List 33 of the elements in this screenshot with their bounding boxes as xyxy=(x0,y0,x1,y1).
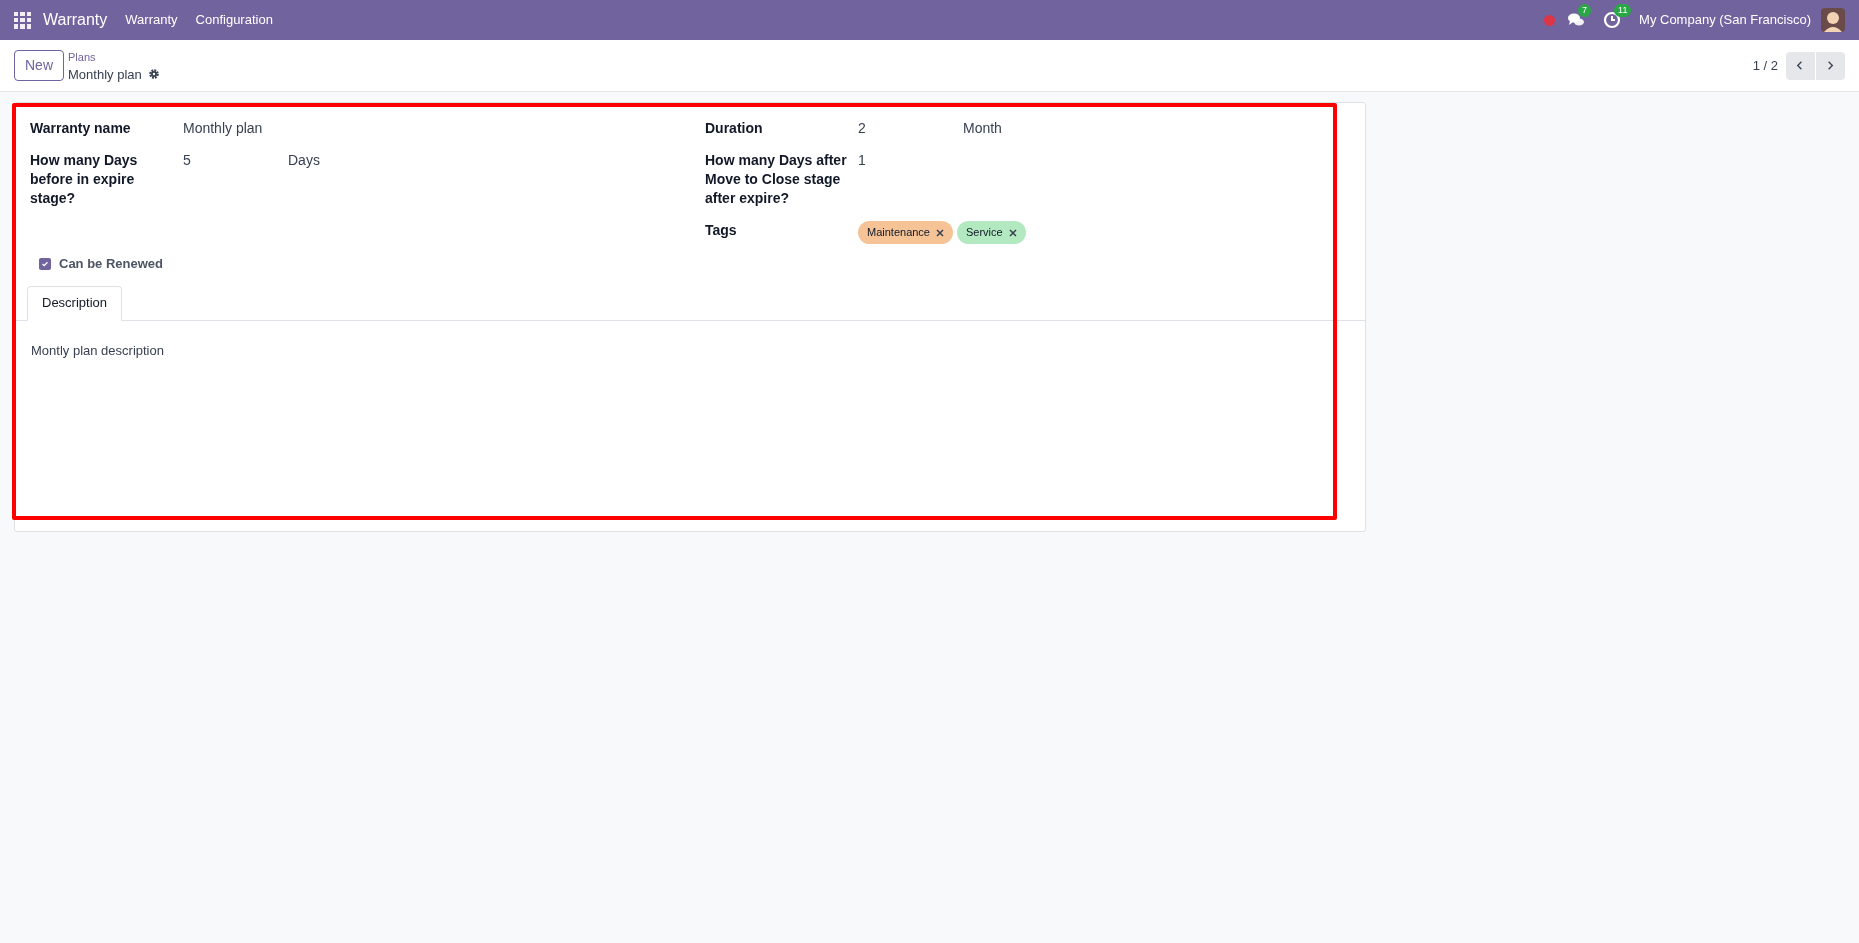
field-value[interactable]: 1 xyxy=(858,151,963,208)
record-title: Monthly plan xyxy=(68,65,142,83)
clock-icon[interactable] xyxy=(1603,11,1622,29)
new-button[interactable]: New xyxy=(14,50,64,81)
settings-icon[interactable] xyxy=(147,68,160,80)
description-text: Montly plan description xyxy=(30,341,165,360)
field-value[interactable]: 2 xyxy=(858,119,963,138)
tag: Service xyxy=(957,221,1026,244)
unit-label: Days xyxy=(288,151,320,170)
breadcrumb-link[interactable]: Plans xyxy=(68,48,160,66)
checkbox-label: Can be Renewed xyxy=(59,255,164,273)
field-label: Duration xyxy=(705,119,764,138)
field-value[interactable]: Monthly plan xyxy=(183,119,288,138)
pager-value: 1 / 2 xyxy=(1752,56,1778,75)
menu-item[interactable]: Configuration xyxy=(195,10,273,30)
field-value[interactable]: 5 xyxy=(183,151,288,208)
user-avatar[interactable] xyxy=(1821,8,1845,32)
app-name[interactable]: Warranty xyxy=(43,8,108,32)
close-icon[interactable] xyxy=(936,228,944,237)
menu-item[interactable]: Warranty xyxy=(125,10,178,30)
field-label: Tags xyxy=(705,221,738,240)
close-icon[interactable] xyxy=(1008,228,1017,237)
count-badge: 11 xyxy=(1614,4,1632,17)
field-label: Warranty name xyxy=(30,119,132,138)
field-label: How many Days before in expire stage? xyxy=(30,151,139,208)
field-label: How many Days after Move to Close stage after expire? xyxy=(705,151,848,208)
unit-label: Month xyxy=(963,119,1002,138)
apps-menu-icon[interactable] xyxy=(14,11,31,29)
count-badge: 7 xyxy=(1578,4,1592,17)
checkbox[interactable] xyxy=(39,257,51,270)
company-name[interactable]: My Company (San Francisco) xyxy=(1639,10,1811,30)
tag: Maintenance xyxy=(858,221,953,244)
tab[interactable]: Description xyxy=(27,285,123,321)
